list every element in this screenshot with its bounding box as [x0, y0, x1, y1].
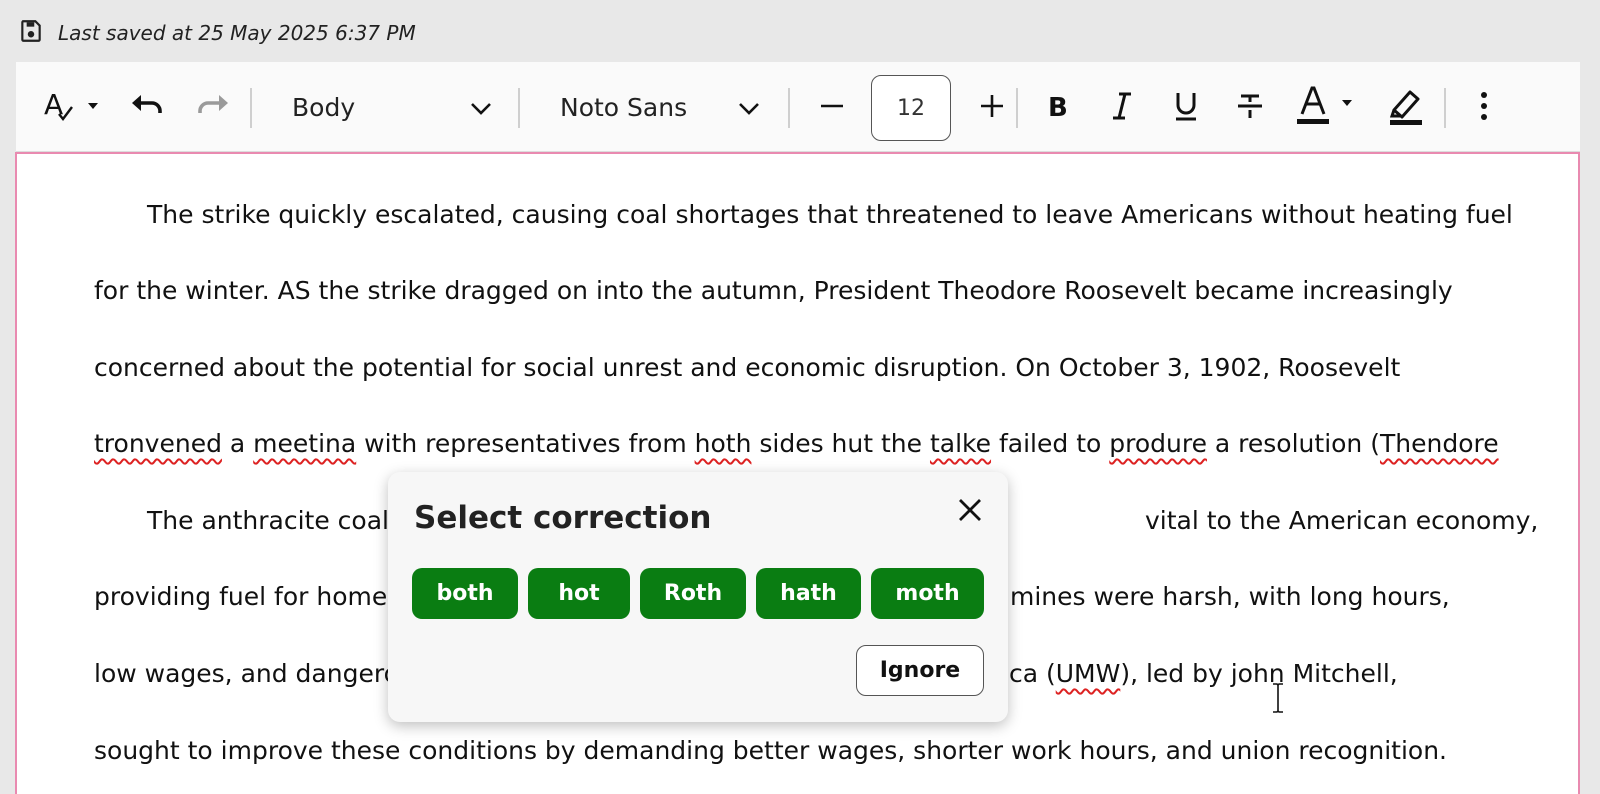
- doc-line: vital to the American economy,: [1145, 506, 1539, 535]
- ignore-button[interactable]: Ignore: [856, 645, 984, 696]
- strikethrough-button[interactable]: [1228, 86, 1272, 130]
- correction-popup: Select correction both hot Roth hath mot…: [388, 472, 1008, 722]
- strikethrough-icon: [1235, 91, 1265, 125]
- chevron-down-icon: [738, 93, 760, 122]
- doc-line: for the winter. AS the strike dragged on…: [94, 276, 1453, 305]
- popup-title: Select correction: [414, 500, 712, 536]
- underline-icon: [1172, 90, 1200, 126]
- chevron-down-icon: [470, 93, 492, 122]
- toolbar-separator: [518, 88, 520, 128]
- formatting-toolbar: A Body Noto Sans 12 B: [16, 62, 1580, 152]
- text-color-icon: [1294, 84, 1362, 132]
- close-button[interactable]: [952, 494, 988, 530]
- text-color-button[interactable]: [1292, 84, 1364, 132]
- status-bar: Last saved at 25 May 2025 6:37 PM: [18, 18, 416, 48]
- undo-button[interactable]: [128, 86, 168, 130]
- toolbar-separator: [250, 88, 252, 128]
- doc-line: concerned about the potential for social…: [94, 353, 1401, 382]
- highlight-button[interactable]: [1384, 84, 1428, 132]
- doc-text: ica (: [1002, 659, 1056, 688]
- doc-text: failed to: [991, 429, 1110, 458]
- misspelled-word[interactable]: talke: [930, 429, 991, 458]
- paragraph-style-select[interactable]: Body: [292, 84, 492, 130]
- suggestion-both[interactable]: both: [412, 568, 518, 619]
- floppy-disk-icon: [18, 18, 44, 48]
- doc-text: ), led by john Mitchell,: [1120, 659, 1398, 688]
- bold-button[interactable]: B: [1036, 86, 1080, 130]
- misspelled-word[interactable]: Thendore: [1380, 429, 1499, 458]
- misspelled-word[interactable]: produre: [1109, 429, 1207, 458]
- redo-icon: [194, 91, 230, 125]
- doc-line: The strike quickly escalated, causing co…: [147, 200, 1513, 229]
- italic-icon: [1109, 91, 1135, 125]
- underline-button[interactable]: [1164, 86, 1208, 130]
- decrease-font-size-button[interactable]: [812, 88, 852, 128]
- suggestion-moth[interactable]: moth: [871, 568, 984, 619]
- spellcheck-button[interactable]: A: [38, 86, 106, 130]
- doc-line: tronvened a meetina with representatives…: [94, 429, 1499, 459]
- doc-text: sides hut the: [751, 429, 930, 458]
- font-family-select[interactable]: Noto Sans: [560, 84, 760, 130]
- suggestion-hot[interactable]: hot: [528, 568, 630, 619]
- italic-button[interactable]: [1100, 86, 1144, 130]
- toolbar-separator: [788, 88, 790, 128]
- misspelled-word[interactable]: tronvened: [94, 429, 222, 458]
- undo-icon: [130, 91, 166, 125]
- text-cursor-icon: [1272, 683, 1284, 713]
- highlighter-icon: [1386, 84, 1426, 132]
- doc-text: with representatives from: [356, 429, 695, 458]
- suggestion-roth[interactable]: Roth: [640, 568, 746, 619]
- toolbar-separator: [1444, 88, 1446, 128]
- misspelled-word[interactable]: UMW: [1056, 659, 1121, 688]
- paragraph-style-value: Body: [292, 92, 356, 122]
- font-size-input[interactable]: 12: [871, 75, 951, 141]
- more-options-button[interactable]: [1462, 86, 1506, 130]
- increase-font-size-button[interactable]: [972, 88, 1012, 128]
- toolbar-separator: [1016, 88, 1018, 128]
- misspelled-word[interactable]: hoth: [695, 429, 752, 458]
- doc-text: a resolution (: [1206, 429, 1380, 458]
- more-vertical-icon: [1479, 91, 1489, 125]
- doc-line: sought to improve these conditions by de…: [94, 736, 1448, 765]
- doc-line: providing fuel for homes: [94, 582, 401, 611]
- suggestion-hath[interactable]: hath: [756, 568, 861, 619]
- doc-text: a: [221, 429, 254, 458]
- spellcheck-icon: A: [42, 86, 102, 130]
- doc-line: ica (UMW), led by john Mitchell,: [1002, 659, 1398, 689]
- close-icon: [957, 497, 983, 527]
- font-family-value: Noto Sans: [560, 92, 688, 122]
- bold-icon: B: [1045, 91, 1071, 125]
- doc-line: low wages, and dangero: [94, 659, 399, 688]
- redo-button[interactable]: [192, 86, 232, 130]
- plus-icon: [979, 93, 1005, 123]
- last-saved-text: Last saved at 25 May 2025 6:37 PM: [58, 21, 416, 45]
- misspelled-word[interactable]: meetina: [253, 429, 356, 458]
- doc-line: mines were harsh, with long hours,: [1010, 582, 1450, 611]
- minus-icon: [819, 93, 845, 123]
- svg-text:B: B: [1048, 93, 1068, 121]
- doc-line: The anthracite coal i: [147, 506, 404, 535]
